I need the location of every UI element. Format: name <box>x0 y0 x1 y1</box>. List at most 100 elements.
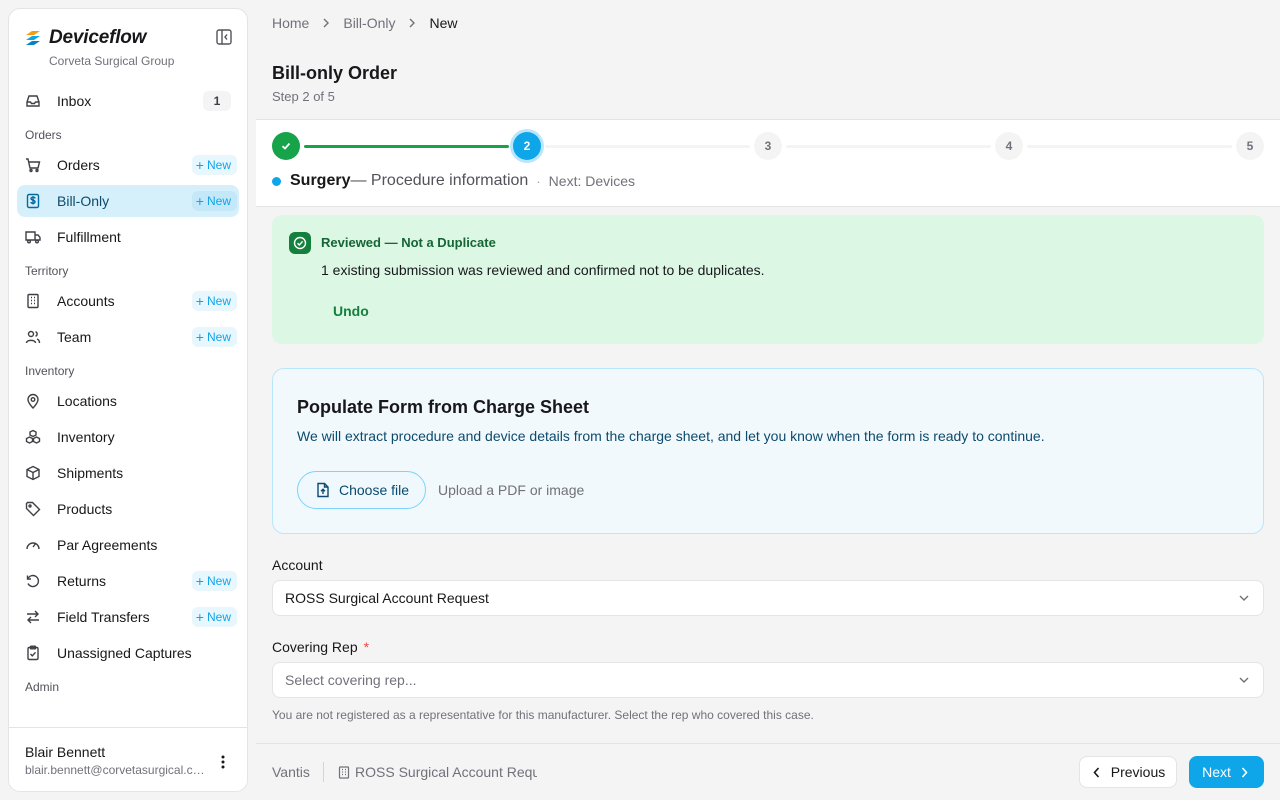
collapse-sidebar-button[interactable] <box>215 28 233 46</box>
undo-button[interactable]: Undo <box>321 299 381 323</box>
new-return-button[interactable]: + New <box>191 571 237 591</box>
sidebar-item-products[interactable]: Products <box>17 493 239 525</box>
chevron-right-icon <box>408 18 416 28</box>
main-content: Home Bill-Only New Bill-only Order Step … <box>256 0 1280 800</box>
sidebar-item-label: Accounts <box>57 293 115 309</box>
charge-sheet-upload-card: Populate Form from Charge Sheet We will … <box>272 368 1264 534</box>
sidebar-item-unassigned-captures[interactable]: Unassigned Captures <box>17 637 239 669</box>
sidebar-item-bill-only[interactable]: Bill-Only + New <box>17 185 239 217</box>
sidebar-item-inventory[interactable]: Inventory <box>17 421 239 453</box>
new-label: New <box>206 294 231 308</box>
previous-label: Previous <box>1110 764 1166 780</box>
current-step-dot <box>272 176 281 186</box>
sidebar-item-fulfillment[interactable]: Fulfillment <box>17 221 239 253</box>
sidebar-collapse-icon <box>216 29 232 45</box>
covering-rep-select[interactable]: Select covering rep... <box>272 662 1264 698</box>
sidebar-item-label: Fulfillment <box>57 229 121 245</box>
step-caption: Surgery — Procedure information · Next: … <box>272 172 635 190</box>
plus-icon: + <box>195 293 204 309</box>
required-asterisk: * <box>363 639 370 655</box>
breadcrumb-current: New <box>429 15 458 31</box>
sidebar-item-orders[interactable]: Orders + New <box>17 149 239 181</box>
plus-icon: + <box>195 609 204 625</box>
breadcrumb-home[interactable]: Home <box>272 15 309 31</box>
sidebar-item-team[interactable]: Team + New <box>17 321 239 353</box>
chevron-down-icon <box>1238 592 1250 604</box>
previous-button[interactable]: Previous <box>1079 756 1177 788</box>
new-order-button[interactable]: + New <box>191 155 237 175</box>
step-caption-next: Next: Devices <box>548 173 636 189</box>
nav-section-territory: Territory <box>25 264 69 278</box>
breadcrumb-bill-only[interactable]: Bill-Only <box>343 15 395 31</box>
sidebar-item-par-agreements[interactable]: Par Agreements <box>17 529 239 561</box>
sidebar-item-inbox[interactable]: Inbox 1 <box>17 85 239 117</box>
sidebar-item-label: Orders <box>57 157 100 173</box>
covering-rep-placeholder: Select covering rep... <box>285 672 417 688</box>
step-caption-subtitle: — Procedure information <box>350 172 529 189</box>
choose-file-button[interactable]: Choose file <box>297 471 426 509</box>
step-5[interactable]: 5 <box>1236 132 1264 160</box>
next-button[interactable]: Next <box>1189 756 1264 788</box>
sidebar-item-label: Par Agreements <box>57 537 158 553</box>
step-connector-2 <box>545 145 750 148</box>
account-label: Account <box>272 557 323 573</box>
file-upload-icon <box>315 482 331 498</box>
building-icon <box>337 765 351 779</box>
upload-card-description: We will extract procedure and device det… <box>297 428 1045 444</box>
account-select-value: ROSS Surgical Account Request <box>285 590 489 606</box>
sidebar-nav: Inbox 1 Orders Orders + New Bill-Only + Ne… <box>9 85 247 701</box>
step-connector-4 <box>1027 145 1232 148</box>
new-bill-only-button[interactable]: + New <box>191 191 237 211</box>
sidebar-item-label: Shipments <box>57 465 124 481</box>
footer-divider <box>323 762 324 782</box>
boxes-icon <box>25 429 41 445</box>
upload-card-title: Populate Form from Charge Sheet <box>297 397 590 417</box>
gauge-icon <box>25 537 41 553</box>
step-connector-1 <box>304 145 509 148</box>
sidebar-item-label: Bill-Only <box>57 193 110 209</box>
new-label: New <box>206 610 231 624</box>
step-caption-separator: · <box>536 173 541 189</box>
inbox-icon <box>25 93 41 109</box>
sidebar: Deviceflow Corveta Surgical Group Inbox … <box>8 8 248 792</box>
sidebar-item-returns[interactable]: Returns + New <box>17 565 239 597</box>
banner-text: 1 existing submission was reviewed and c… <box>321 262 765 278</box>
new-account-button[interactable]: + New <box>191 291 237 311</box>
inbox-count-badge: 1 <box>203 91 231 111</box>
new-team-button[interactable]: + New <box>191 327 237 347</box>
covering-rep-label-text: Covering Rep <box>272 639 358 655</box>
building-icon <box>25 293 41 309</box>
new-label: New <box>206 194 231 208</box>
new-field-transfer-button[interactable]: + New <box>191 607 237 627</box>
step-3[interactable]: 3 <box>754 132 782 160</box>
more-vertical-icon <box>221 755 225 769</box>
step-connector-3 <box>786 145 991 148</box>
plus-icon: + <box>195 193 204 209</box>
sidebar-item-label: Returns <box>57 573 107 589</box>
step-4[interactable]: 4 <box>995 132 1023 160</box>
rotate-ccw-icon <box>25 573 41 589</box>
account-select[interactable]: ROSS Surgical Account Request <box>272 580 1264 616</box>
new-label: New <box>206 158 231 172</box>
sidebar-item-label: Inventory <box>57 429 115 445</box>
sidebar-item-label: Team <box>57 329 92 345</box>
sidebar-item-shipments[interactable]: Shipments <box>17 457 239 489</box>
user-menu-button[interactable] <box>213 752 233 772</box>
package-icon <box>25 465 41 481</box>
nav-section-admin: Admin <box>25 680 60 694</box>
footer-manufacturer: Vantis <box>272 764 310 780</box>
brand[interactable]: Deviceflow <box>25 27 146 49</box>
sidebar-item-locations[interactable]: Locations <box>17 385 239 417</box>
step-caption-title: Surgery <box>290 172 351 189</box>
step-1-complete[interactable] <box>272 132 300 160</box>
step-2-current[interactable]: 2 <box>513 132 541 160</box>
sidebar-item-label: Locations <box>57 393 117 409</box>
user-profile[interactable]: Blair Bennett blair.bennett@corvetasurgi… <box>9 727 247 791</box>
truck-icon <box>25 229 41 245</box>
breadcrumb: Home Bill-Only New <box>272 15 458 31</box>
sidebar-item-accounts[interactable]: Accounts + New <box>17 285 239 317</box>
chevron-down-icon <box>1238 674 1250 686</box>
arrows-swap-icon <box>25 609 41 625</box>
page-title: Bill-only Order <box>272 63 398 83</box>
sidebar-item-field-transfers[interactable]: Field Transfers + New <box>17 601 239 633</box>
